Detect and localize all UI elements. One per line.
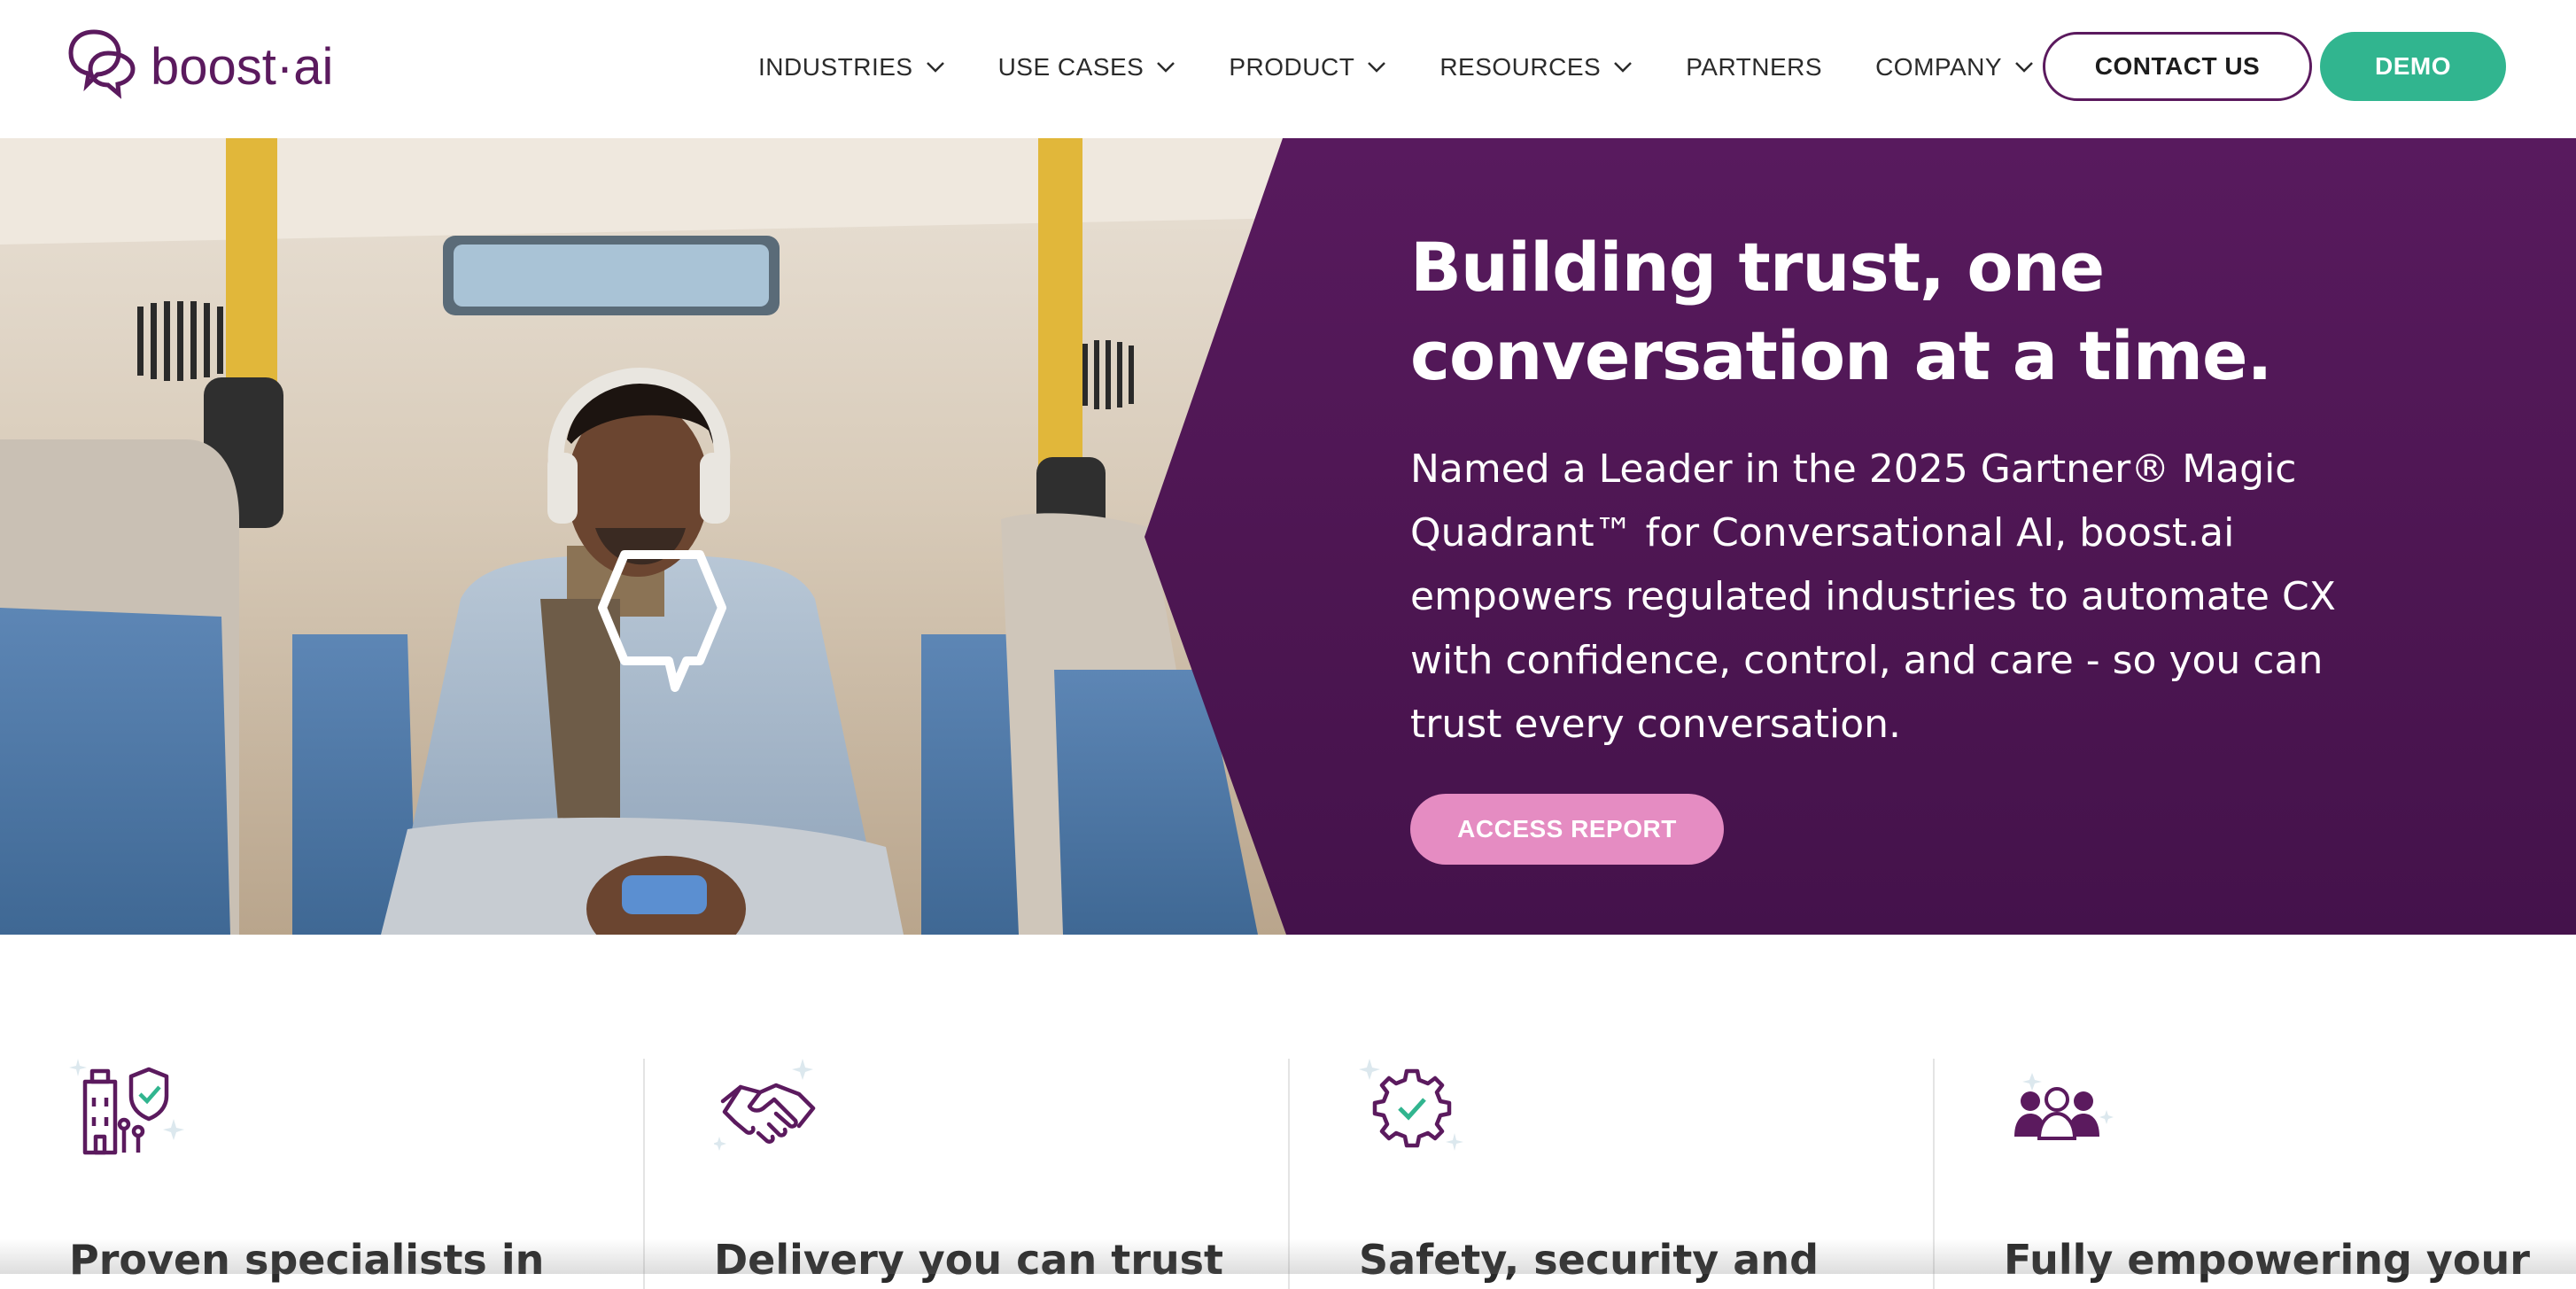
hero-section: Building trust, one conversation at a ti… [0,138,2576,935]
handshake-icon [714,1059,816,1151]
main-nav: INDUSTRIES USE CASES PRODUCT RESOURCES P… [758,0,2087,135]
hero-photo-bus-passenger [0,138,1293,935]
nav-industries[interactable]: INDUSTRIES [758,53,945,82]
logo-wordmark: boost·ai [151,37,334,96]
hero-description: Named a Leader in the 2025 Gartner® Magi… [1410,446,2336,747]
nav-label: USE CASES [997,53,1144,81]
gear-check-icon [1359,1059,1463,1151]
bottom-fade [0,1239,2576,1274]
nav-label: PARTNERS [1686,53,1823,81]
access-report-button[interactable]: ACCESS REPORT [1410,794,1724,865]
nav-label: PRODUCT [1229,53,1355,81]
nav-resources[interactable]: RESOURCES [1439,53,1633,82]
nav-partners[interactable]: PARTNERS [1686,53,1822,82]
building-shield-icon [69,1059,184,1155]
chevron-down-icon [1614,62,1633,73]
chat-bubbles-logo-icon [68,29,136,99]
chevron-down-icon [2015,62,2033,73]
site-header: boost·ai INDUSTRIES USE CASES PRODUCT RE… [0,0,2576,138]
nav-label: INDUSTRIES [758,53,913,81]
hero-title: Building trust, one conversation at a ti… [1410,228,2272,395]
contact-us-button[interactable]: CONTACT US [2043,32,2312,101]
nav-company[interactable]: COMPANY [1875,53,2034,82]
nav-label: COMPANY [1875,53,2003,81]
nav-label: RESOURCES [1439,53,1602,81]
team-people-icon [2014,1073,2114,1140]
chevron-down-icon [1157,62,1175,73]
nav-product[interactable]: PRODUCT [1229,53,1386,82]
chevron-down-icon [926,62,944,73]
chevron-down-icon [1368,62,1386,73]
features-section: Proven specialists in Delivery you can t… [0,935,2576,1289]
boost-ai-logo[interactable]: boost·ai [67,27,333,101]
nav-use-cases[interactable]: USE CASES [998,53,1176,82]
demo-button[interactable]: DEMO [2320,32,2506,101]
